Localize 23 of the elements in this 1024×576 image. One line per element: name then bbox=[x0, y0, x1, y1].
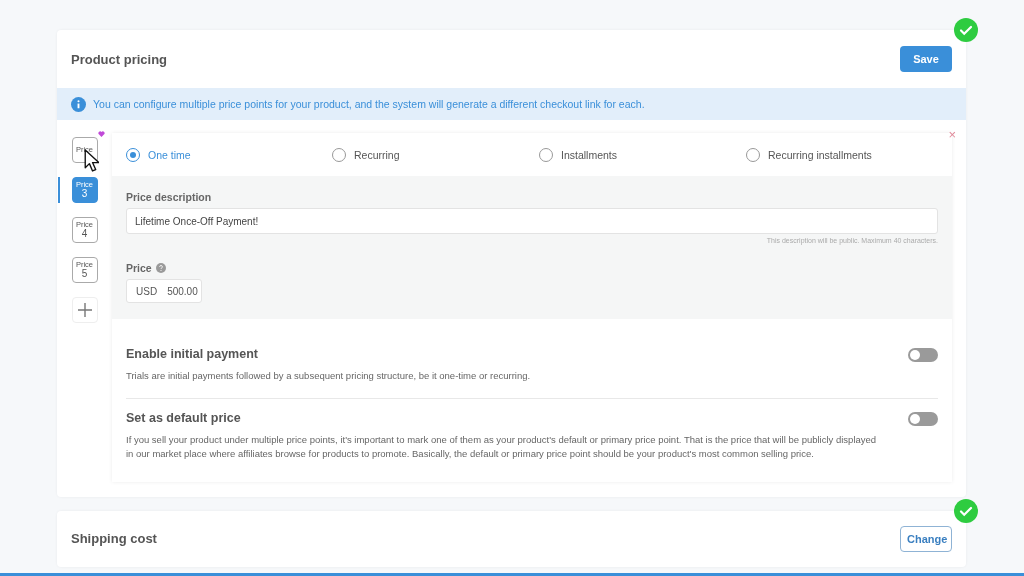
section-title: Shipping cost bbox=[71, 531, 157, 546]
change-button[interactable]: Change bbox=[900, 525, 952, 552]
price-field[interactable]: USD 500.00 bbox=[126, 279, 202, 303]
option-title: Enable initial payment bbox=[126, 347, 259, 361]
toggle-switch[interactable] bbox=[908, 411, 938, 426]
plus-icon bbox=[76, 302, 93, 318]
section-title: Product pricing bbox=[71, 51, 168, 67]
option-title: Set as default price bbox=[126, 410, 242, 425]
active-indicator bbox=[57, 177, 60, 203]
radio-option[interactable]: Recurring bbox=[332, 147, 539, 162]
description-field[interactable]: Lifetime Once-Off Payment! bbox=[126, 208, 938, 234]
field-label: Price description bbox=[126, 191, 213, 203]
option-description: If you sell your product under multiple price points, it's important to mark one of them as your product's default or primary price point. That is the price that will be publicly displayed in our market place where affiliates browse for products to promote. Basically, the default or primary price point should be your product's most common selling price. bbox=[126, 432, 878, 461]
radio-option[interactable]: Installments bbox=[539, 147, 746, 162]
info-text: You can configure multiple price points for your product, and the system will generate a different checkout link for each. bbox=[93, 98, 645, 110]
info-icon bbox=[71, 96, 86, 112]
radio-option[interactable]: Recurring installments bbox=[746, 147, 952, 162]
radio-option[interactable]: One time bbox=[126, 147, 332, 162]
add-button[interactable] bbox=[71, 297, 98, 323]
option-description: Trials are initial payments followed by a subsequent pricing structure, be it one-time or recurring. bbox=[126, 369, 531, 383]
toggle-switch[interactable] bbox=[908, 348, 938, 362]
help-icon bbox=[155, 263, 166, 273]
field-label: Price bbox=[126, 262, 152, 274]
